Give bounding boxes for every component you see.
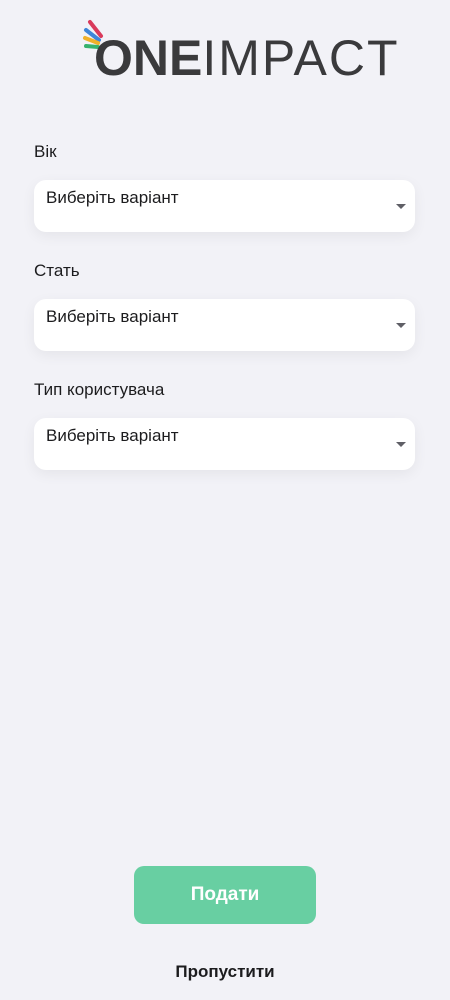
gender-select[interactable]: Виберіть варіант (34, 299, 415, 351)
user-type-select[interactable]: Виберіть варіант (34, 418, 415, 470)
user-type-label: Тип користувача (34, 380, 165, 399)
logo-text-one: ONE (94, 30, 203, 86)
chevron-down-icon (396, 323, 406, 328)
submit-button[interactable]: Подати (134, 866, 316, 924)
skip-link[interactable]: Пропустити (0, 962, 450, 982)
logo-text-impact: IMPACT (202, 30, 400, 86)
logo-wordmark: ONEIMPACT (94, 33, 400, 83)
gender-label: Стать (34, 261, 80, 280)
age-select-value: Виберіть варіант (46, 188, 179, 207)
age-select[interactable]: Виберіть варіант (34, 180, 415, 232)
user-type-select-value: Виберіть варіант (46, 426, 179, 445)
chevron-down-icon (396, 442, 406, 447)
chevron-down-icon (396, 204, 406, 209)
age-label: Вік (34, 142, 57, 161)
oneimpact-logo: ONEIMPACT (82, 18, 398, 83)
gender-select-value: Виберіть варіант (46, 307, 179, 326)
